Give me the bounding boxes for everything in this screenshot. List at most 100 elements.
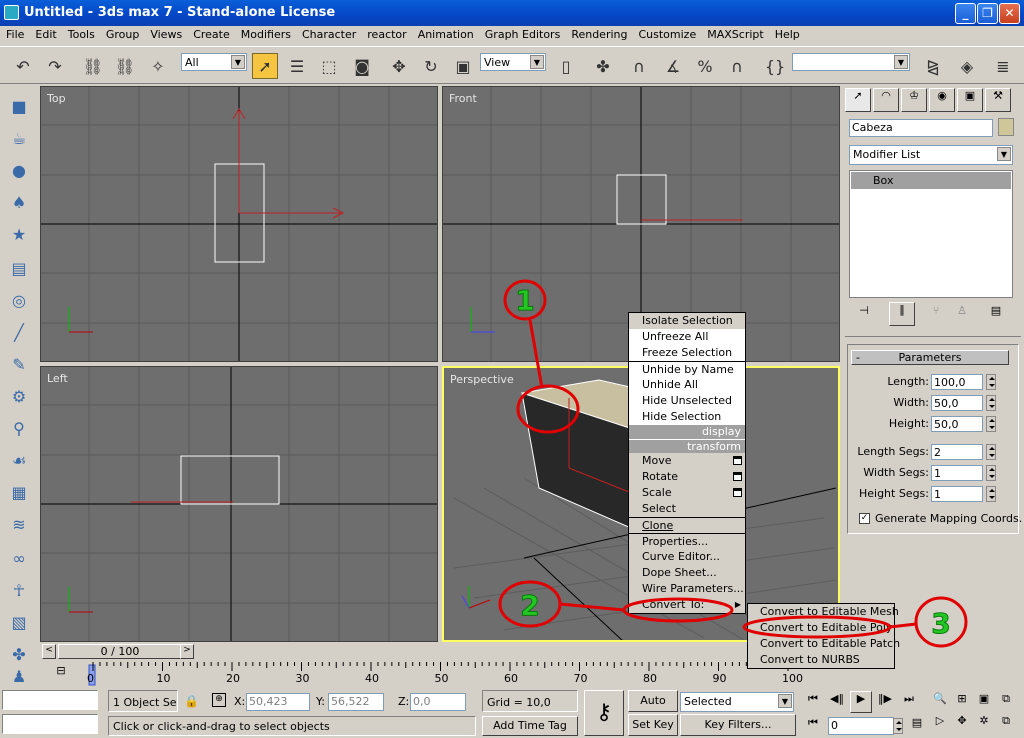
bind-space-warp-icon[interactable]: ✧ [145,53,171,79]
maximize-button[interactable]: ❐ [977,3,998,24]
select-by-name-icon[interactable]: ☰ [284,53,310,79]
arc-rotate-icon[interactable]: ✲ [974,714,994,734]
align-icon[interactable]: ◈ [954,53,980,79]
menu-item-convert-editable-poly[interactable]: Convert to Editable Poly [748,620,894,636]
scale-settings-icon[interactable] [733,488,742,497]
select-and-move-icon[interactable]: ✥ [386,53,412,79]
material-icon[interactable]: ▤ [6,256,32,282]
lock-selection-icon[interactable]: 🔒 [184,694,199,708]
angle-snap-icon[interactable]: ∡ [660,53,686,79]
menu-item-hide-selection[interactable]: Hide Selection [629,409,745,425]
named-selection-dropdown[interactable]: ▼ [792,53,910,71]
window-crossing-icon[interactable]: ◙ [349,53,375,79]
stack-item-box[interactable]: Box [851,172,1011,189]
motion-tab-icon[interactable]: ◉ [929,88,955,112]
menu-group[interactable]: Group [100,26,145,41]
pin-stack-icon[interactable]: ⊣ [853,304,875,324]
menu-graph-editors[interactable]: Graph Editors [479,26,566,41]
auto-key-button[interactable]: Auto Key [628,690,678,727]
menu-item-unhide-by-name[interactable]: Unhide by Name [629,361,745,377]
biped-icon[interactable]: ☥ [6,578,32,604]
sphere-icon[interactable]: ● [6,158,32,184]
rectangular-selection-icon[interactable]: ⬚ [316,53,342,79]
hierarchy-tab-icon[interactable]: ♔ [901,88,927,112]
modifier-list-dropdown[interactable]: Modifier List ▼ [849,145,1013,165]
move-settings-icon[interactable] [733,456,742,465]
manipulate-icon[interactable]: ✤ [590,53,616,79]
gear-icon[interactable]: ⚙ [6,384,32,410]
select-object-icon[interactable]: ➚ [252,53,278,79]
menu-views[interactable]: Views [144,26,187,41]
menu-item-freeze-selection[interactable]: Freeze Selection [629,345,745,361]
zoom-icon[interactable]: 🔍 [930,692,950,712]
open-mini-curve-editor-icon[interactable]: ⊟ [48,664,74,684]
viewport-left[interactable]: Left [40,366,438,642]
menu-item-hide-unselected[interactable]: Hide Unselected [629,393,745,409]
menu-item-convert-editable-mesh[interactable]: Convert to Editable Mesh [748,604,899,620]
field-of-view-icon[interactable]: ▷ [930,714,950,734]
knot-icon[interactable]: ∞ [6,546,32,572]
menu-rendering[interactable]: Rendering [565,26,632,41]
pivot-point-icon[interactable]: ▯ [553,53,579,79]
menu-animation[interactable]: Animation [412,26,479,41]
previous-frame-icon[interactable]: ◀‖ [826,692,848,712]
menu-item-unfreeze-all[interactable]: Unfreeze All [629,329,745,345]
length-segs-input[interactable]: 2 [931,444,983,460]
menu-item-convert-editable-patch[interactable]: Convert to Editable Patch [748,636,900,652]
height-spinner[interactable] [986,416,996,432]
render-icon[interactable]: ▧ [6,610,32,636]
bone-icon[interactable]: ⚲ [6,416,32,442]
teapot-icon[interactable]: ☕ [6,126,32,152]
fish-icon[interactable]: ☙ [6,448,32,474]
height-input[interactable]: 50,0 [931,416,983,432]
length-segs-spinner[interactable] [986,444,996,460]
length-input[interactable]: 100,0 [931,374,983,390]
close-button[interactable]: ✕ [999,3,1020,24]
menu-item-wire-parameters[interactable]: Wire Parameters... [629,581,745,597]
chevron-right-icon[interactable]: > [180,644,194,659]
menu-item-convert-to[interactable]: Convert To: ▶ [629,597,745,613]
menu-item-clone[interactable]: Clone [629,517,745,533]
time-slider[interactable]: 0 / 100 [58,644,182,659]
show-end-result-icon[interactable]: ‖ [889,302,915,326]
create-objects-icon[interactable]: ■ [6,94,32,120]
menu-item-rotate[interactable]: Rotate [629,469,745,485]
rotate-settings-icon[interactable] [733,472,742,481]
reference-coordinate-dropdown[interactable]: View ▼ [480,53,546,71]
set-key-icon[interactable]: ⚷ [584,690,624,736]
menu-help[interactable]: Help [769,26,805,41]
z-coordinate-field[interactable]: 0,0 [410,693,466,711]
absolute-mode-icon[interactable]: ⊕ [212,693,226,707]
menu-item-scale[interactable]: Scale [629,485,745,501]
key-filters-button[interactable]: Key Filters... [680,714,796,736]
length-spinner[interactable] [986,374,996,390]
key-mode-dropdown[interactable]: Selected ▼ [680,692,794,712]
menu-item-unhide-all[interactable]: Unhide All [629,377,745,393]
layer-manager-icon[interactable]: ≣ [990,53,1016,79]
select-and-link-icon[interactable]: ⛓ [80,53,106,79]
object-name-field[interactable]: Cabeza [849,119,993,137]
next-frame-icon[interactable]: ‖▶ [874,692,896,712]
menu-create[interactable]: Create [187,26,235,41]
paint-icon[interactable]: ✎ [6,352,32,378]
menu-maxscript[interactable]: MAXScript [701,26,768,41]
y-coordinate-field[interactable]: 56,522 [328,693,384,711]
create-tab-icon[interactable]: ➚ [845,88,871,112]
selection-filter-dropdown[interactable]: All ▼ [181,53,247,71]
cylinder-icon[interactable]: ◎ [6,288,32,314]
menu-file[interactable]: File [0,26,29,41]
current-frame-spinner[interactable] [893,718,903,734]
time-configuration-icon[interactable]: ▤ [906,716,928,734]
utilities-tab-icon[interactable]: ⚒ [985,88,1011,112]
edit-named-selection-icon[interactable]: {} [762,53,788,79]
modify-tab-icon[interactable]: ◠ [873,88,899,112]
configure-modifier-sets-icon[interactable]: ▤ [985,304,1007,324]
zoom-extents-all-icon[interactable]: ⧉ [996,692,1016,712]
display-tab-icon[interactable]: ▣ [957,88,983,112]
menu-item-select[interactable]: Select [629,501,745,517]
go-to-start-icon[interactable]: ⏮ [802,692,824,712]
redo-icon[interactable]: ↷ [42,53,68,79]
generate-mapping-checkbox[interactable]: ✓ [859,513,870,524]
height-segs-input[interactable]: 1 [931,486,983,502]
percent-snap-icon[interactable]: % [692,53,718,79]
